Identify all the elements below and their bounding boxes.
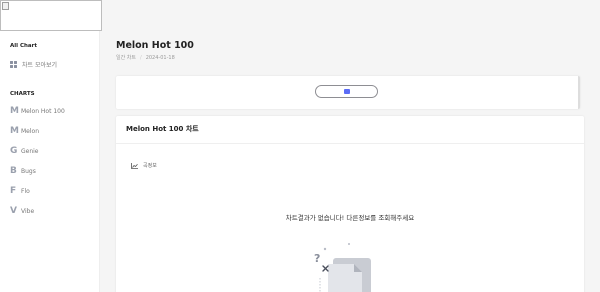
sidebar-item-label: Bugs (21, 167, 36, 175)
chart-card: Melon Hot 100 차트 곡정보 차트결과가 없습니다! 다른정보를 조… (116, 116, 584, 292)
song-info-label: 곡정보 (143, 163, 157, 169)
sidebar-item-melon-hot-100[interactable]: M Melon Hot 100 (10, 106, 65, 116)
filter-card (116, 76, 580, 109)
page-title: Melon Hot 100 (116, 40, 194, 51)
line-chart-icon (131, 162, 138, 169)
charts-heading: CHARTS (10, 91, 35, 97)
sidebar-item-label: Vibe (21, 207, 35, 215)
breadcrumb-separator: / (140, 54, 142, 61)
flo-letter-icon: F (10, 186, 17, 196)
all-chart-heading: All Chart (10, 43, 37, 49)
breadcrumb-date: 2024-01-18 (145, 54, 175, 61)
chart-card-title: Melon Hot 100 차트 (126, 125, 199, 133)
bugs-letter-icon: B (10, 166, 17, 176)
broken-image-icon (2, 2, 9, 10)
svg-text:?: ? (314, 252, 320, 265)
sidebar-item-label: Genie (21, 147, 39, 155)
divider (116, 143, 584, 144)
sidebar: All Chart 차트 모아보기 CHARTS M Melon Hot 100… (0, 0, 102, 292)
sidebar-item-label: Flo (21, 187, 30, 195)
melon-letter-icon: M (10, 126, 19, 136)
genie-letter-icon: G (10, 146, 18, 156)
sidebar-item-genie[interactable]: G Genie (10, 146, 39, 156)
breadcrumb: 일간 차트 / 2024-01-18 (116, 54, 175, 62)
sidebar-item-flo[interactable]: F Flo (10, 186, 30, 196)
breadcrumb-chart-type: 일간 차트 (116, 55, 136, 61)
logo-image[interactable] (0, 0, 102, 31)
vibe-letter-icon: V (10, 206, 17, 216)
sidebar-item-melon[interactable]: M Melon (10, 126, 39, 136)
melon-letter-icon: M (10, 106, 19, 116)
empty-document-illustration: ? (314, 243, 371, 292)
song-info-header: 곡정보 (131, 162, 157, 169)
search-button[interactable] (315, 85, 378, 98)
sidebar-item-chart-overview[interactable]: 차트 모아보기 (10, 59, 57, 69)
sidebar-item-vibe[interactable]: V Vibe (10, 206, 34, 216)
empty-state-message: 차트결과가 없습니다! 다른정보를 조회해주세요 (285, 214, 415, 222)
sidebar-item-bugs[interactable]: B Bugs (10, 166, 36, 176)
grid-icon (10, 60, 17, 68)
sidebar-item-label: Melon Hot 100 (21, 107, 65, 115)
calendar-icon (343, 89, 350, 94)
sidebar-item-label: 차트 모아보기 (22, 61, 58, 69)
sidebar-item-label: Melon (21, 127, 40, 135)
